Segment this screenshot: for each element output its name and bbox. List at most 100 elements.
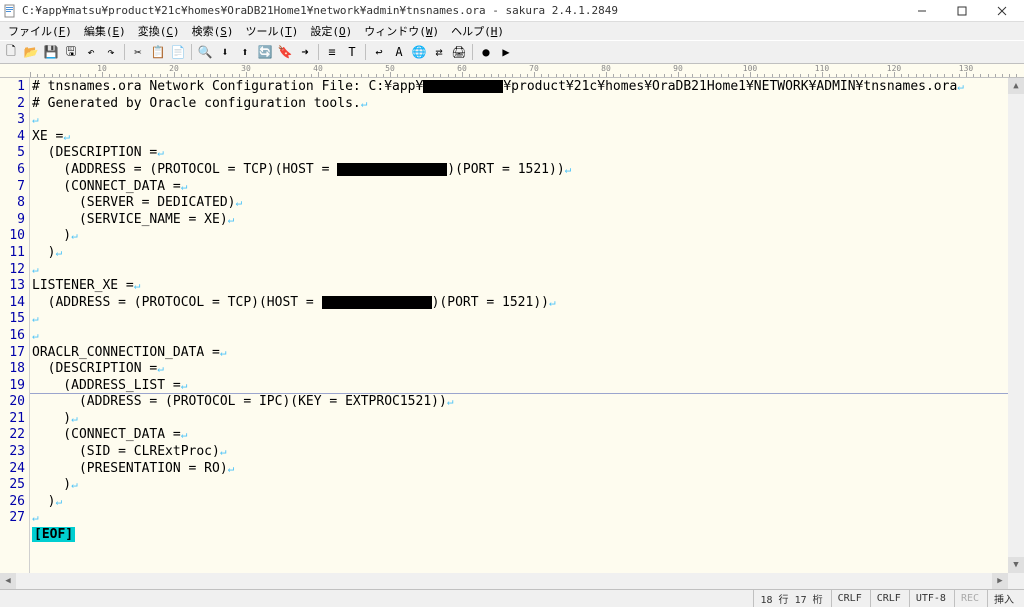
code-line[interactable]: (DESCRIPTION =↵ [32, 145, 1024, 162]
findprev-icon[interactable]: ⬆ [236, 43, 254, 61]
print-icon[interactable]: 🖨 [450, 43, 468, 61]
menu-w[interactable]: ウィンドウ(W) [358, 22, 445, 40]
horizontal-scrollbar[interactable]: ◀ ▶ [0, 573, 1008, 589]
menu-t[interactable]: ツール(T) [240, 22, 305, 40]
line-number: 20 [0, 394, 25, 411]
paste-icon[interactable]: 📄 [169, 43, 187, 61]
play-icon[interactable]: ▶ [497, 43, 515, 61]
line-number: 12 [0, 262, 25, 279]
code-line[interactable]: (SID = CLRExtProc)↵ [32, 444, 1024, 461]
editor-area: 1234567891011121314151617181920212223242… [0, 78, 1024, 589]
find-icon[interactable]: 🔍 [196, 43, 214, 61]
menu-e[interactable]: 編集(E) [78, 22, 132, 40]
mark-icon[interactable]: 🔖 [276, 43, 294, 61]
line-number-gutter: 1234567891011121314151617181920212223242… [0, 78, 30, 589]
code-line[interactable]: (ADDRESS = (PROTOCOL = TCP)(HOST = )(POR… [32, 162, 1024, 179]
eol-icon: ↵ [447, 395, 454, 408]
ruler: 102030405060708090100110120130140 [0, 64, 1024, 78]
code-line[interactable]: )↵ [32, 228, 1024, 245]
code-line[interactable]: (CONNECT_DATA =↵ [32, 427, 1024, 444]
toolbar: 🗋📂💾🖫↶↷ ✂📋📄 🔍⬇⬆🔄🔖➜ ≡T ↩A🌐⇄🖨 ●▶ [0, 40, 1024, 64]
eol-icon: ↵ [157, 362, 164, 375]
vertical-scrollbar[interactable]: ▲ ▼ [1008, 78, 1024, 573]
eol-icon: ↵ [32, 312, 39, 325]
code-line[interactable]: # tnsnames.ora Network Configuration Fil… [32, 79, 1024, 96]
menu-f[interactable]: ファイル(F) [2, 22, 78, 40]
code-line[interactable]: (ADDRESS = (PROTOCOL = IPC)(KEY = EXTPRO… [32, 394, 1024, 411]
menu-s[interactable]: 検索(S) [186, 22, 240, 40]
replace-icon[interactable]: 🔄 [256, 43, 274, 61]
saveall-icon[interactable]: 🖫 [62, 43, 80, 61]
window-title: C:¥app¥matsu¥product¥21c¥homes¥OraDB21Ho… [22, 4, 902, 17]
code-line[interactable]: (SERVICE_NAME = XE)↵ [32, 212, 1024, 229]
new-icon[interactable]: 🗋 [2, 43, 20, 61]
eol-icon: ↵ [181, 180, 188, 193]
eol-icon: ↵ [565, 163, 572, 176]
code-line[interactable]: # Generated by Oracle configuration tool… [32, 96, 1024, 113]
status-rec: REC [954, 590, 985, 607]
save-icon[interactable]: 💾 [42, 43, 60, 61]
maximize-button[interactable] [942, 0, 982, 22]
code-line[interactable]: (ADDRESS_LIST =↵ [32, 378, 1024, 395]
minimize-button[interactable] [902, 0, 942, 22]
line-number: 3 [0, 112, 25, 129]
line-number: 25 [0, 477, 25, 494]
eol-icon: ↵ [63, 130, 70, 143]
code-line[interactable]: ↵ [32, 112, 1024, 129]
code-line[interactable]: (ADDRESS = (PROTOCOL = TCP)(HOST = )(POR… [32, 295, 1024, 312]
eol-icon: ↵ [32, 511, 39, 524]
scroll-right-icon[interactable]: ▶ [992, 573, 1008, 589]
code-line[interactable]: (CONNECT_DATA =↵ [32, 179, 1024, 196]
scroll-up-icon[interactable]: ▲ [1008, 78, 1024, 94]
code-line[interactable]: (DESCRIPTION =↵ [32, 361, 1024, 378]
eol-icon: ↵ [181, 379, 188, 392]
jump-icon[interactable]: ➜ [296, 43, 314, 61]
code-line[interactable]: (SERVER = DEDICATED)↵ [32, 195, 1024, 212]
line-number: 8 [0, 195, 25, 212]
code-line[interactable]: ↵ [32, 311, 1024, 328]
code-line[interactable]: ORACLR_CONNECTION_DATA =↵ [32, 345, 1024, 362]
line-number: 15 [0, 311, 25, 328]
compare-icon[interactable]: ⇄ [430, 43, 448, 61]
line-number: 2 [0, 96, 25, 113]
status-position: 18 行 17 桁 [753, 590, 828, 607]
code-content[interactable]: # tnsnames.ora Network Configuration Fil… [30, 78, 1024, 589]
editor[interactable]: 1234567891011121314151617181920212223242… [0, 78, 1024, 589]
eol-icon: ↵ [181, 428, 188, 441]
cut-icon[interactable]: ✂ [129, 43, 147, 61]
open-icon[interactable]: 📂 [22, 43, 40, 61]
undo-icon[interactable]: ↶ [82, 43, 100, 61]
line-number: 1 [0, 79, 25, 96]
code-line[interactable]: ↵ [32, 328, 1024, 345]
code-line[interactable]: )↵ [32, 494, 1024, 511]
menu-c[interactable]: 変換(C) [132, 22, 186, 40]
browser-icon[interactable]: 🌐 [410, 43, 428, 61]
code-line[interactable]: )↵ [32, 477, 1024, 494]
code-line[interactable]: (PRESENTATION = RO)↵ [32, 461, 1024, 478]
scroll-left-icon[interactable]: ◀ [0, 573, 16, 589]
code-line[interactable]: )↵ [32, 411, 1024, 428]
menu-h[interactable]: ヘルプ(H) [445, 22, 510, 40]
code-line[interactable]: XE =↵ [32, 129, 1024, 146]
menu-o[interactable]: 設定(O) [304, 22, 358, 40]
eol-icon: ↵ [361, 97, 368, 110]
findnext-icon[interactable]: ⬇ [216, 43, 234, 61]
code-line[interactable]: LISTENER_XE =↵ [32, 278, 1024, 295]
menubar: ファイル(F)編集(E)変換(C)検索(S)ツール(T)設定(O)ウィンドウ(W… [0, 22, 1024, 40]
wrap-icon[interactable]: ↩ [370, 43, 388, 61]
code-line[interactable]: ↵ [32, 510, 1024, 527]
close-button[interactable] [982, 0, 1022, 22]
line-number: 26 [0, 494, 25, 511]
line-number: 14 [0, 295, 25, 312]
code-line[interactable]: ↵ [32, 262, 1024, 279]
copy-icon[interactable]: 📋 [149, 43, 167, 61]
eol-icon: ↵ [32, 329, 39, 342]
font-icon[interactable]: A [390, 43, 408, 61]
record-icon[interactable]: ● [477, 43, 495, 61]
redo-icon[interactable]: ↷ [102, 43, 120, 61]
outline-icon[interactable]: ≡ [323, 43, 341, 61]
eof-marker: [EOF] [32, 527, 75, 542]
code-line[interactable]: )↵ [32, 245, 1024, 262]
scroll-down-icon[interactable]: ▼ [1008, 557, 1024, 573]
type-icon[interactable]: T [343, 43, 361, 61]
